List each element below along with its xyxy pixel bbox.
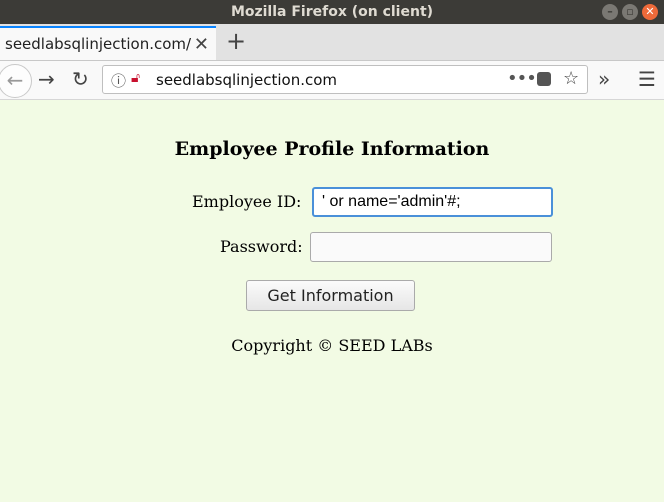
menu-icon[interactable]: ☰ xyxy=(638,67,656,91)
bookmark-star-icon[interactable]: ☆ xyxy=(563,68,579,89)
tab-seedlabsqlinjection[interactable]: seedlabsqlinjection.com/ ✕ xyxy=(0,26,216,60)
password-label: Password: xyxy=(220,237,303,256)
get-information-button[interactable]: Get Information xyxy=(246,280,415,311)
minimize-icon[interactable]: – xyxy=(602,4,618,20)
reload-icon[interactable]: ↻ xyxy=(72,67,89,91)
window-titlebar: Mozilla Firefox (on client) – ▫ ✕ xyxy=(0,0,664,24)
url-text[interactable]: seedlabsqlinjection.com xyxy=(156,71,337,89)
tab-close-icon[interactable]: ✕ xyxy=(194,34,209,55)
window-controls: – ▫ ✕ xyxy=(602,4,658,20)
insecure-lock-icon[interactable]: 🔓︎ xyxy=(131,70,140,86)
window-title: Mozilla Firefox (on client) xyxy=(230,4,434,20)
overflow-icon[interactable]: » xyxy=(598,67,610,91)
info-icon[interactable]: ⓘ xyxy=(111,70,126,91)
navigation-toolbar: ← → ↻ ⓘ 🔓︎ seedlabsqlinjection.com ••• ☆… xyxy=(0,61,664,100)
forward-icon[interactable]: → xyxy=(38,67,55,91)
url-bar[interactable]: ⓘ 🔓︎ seedlabsqlinjection.com ••• ☆ xyxy=(102,65,588,94)
employee-id-label: Employee ID: xyxy=(192,192,302,211)
tab-label: seedlabsqlinjection.com/ xyxy=(5,35,192,53)
maximize-icon[interactable]: ▫ xyxy=(622,4,638,20)
pocket-icon[interactable] xyxy=(537,72,551,86)
tab-strip: seedlabsqlinjection.com/ ✕ + xyxy=(0,24,664,61)
password-input[interactable] xyxy=(310,232,552,262)
page-actions-icon[interactable]: ••• xyxy=(507,68,537,89)
close-icon[interactable]: ✕ xyxy=(642,4,658,20)
back-icon[interactable]: ← xyxy=(0,64,32,98)
page-title: Employee Profile Information xyxy=(174,138,490,160)
page-content: Employee Profile Information Employee ID… xyxy=(0,100,664,502)
employee-id-input[interactable] xyxy=(312,187,553,217)
new-tab-button[interactable]: + xyxy=(226,27,246,55)
copyright-text: Copyright © SEED LABs xyxy=(231,336,433,355)
